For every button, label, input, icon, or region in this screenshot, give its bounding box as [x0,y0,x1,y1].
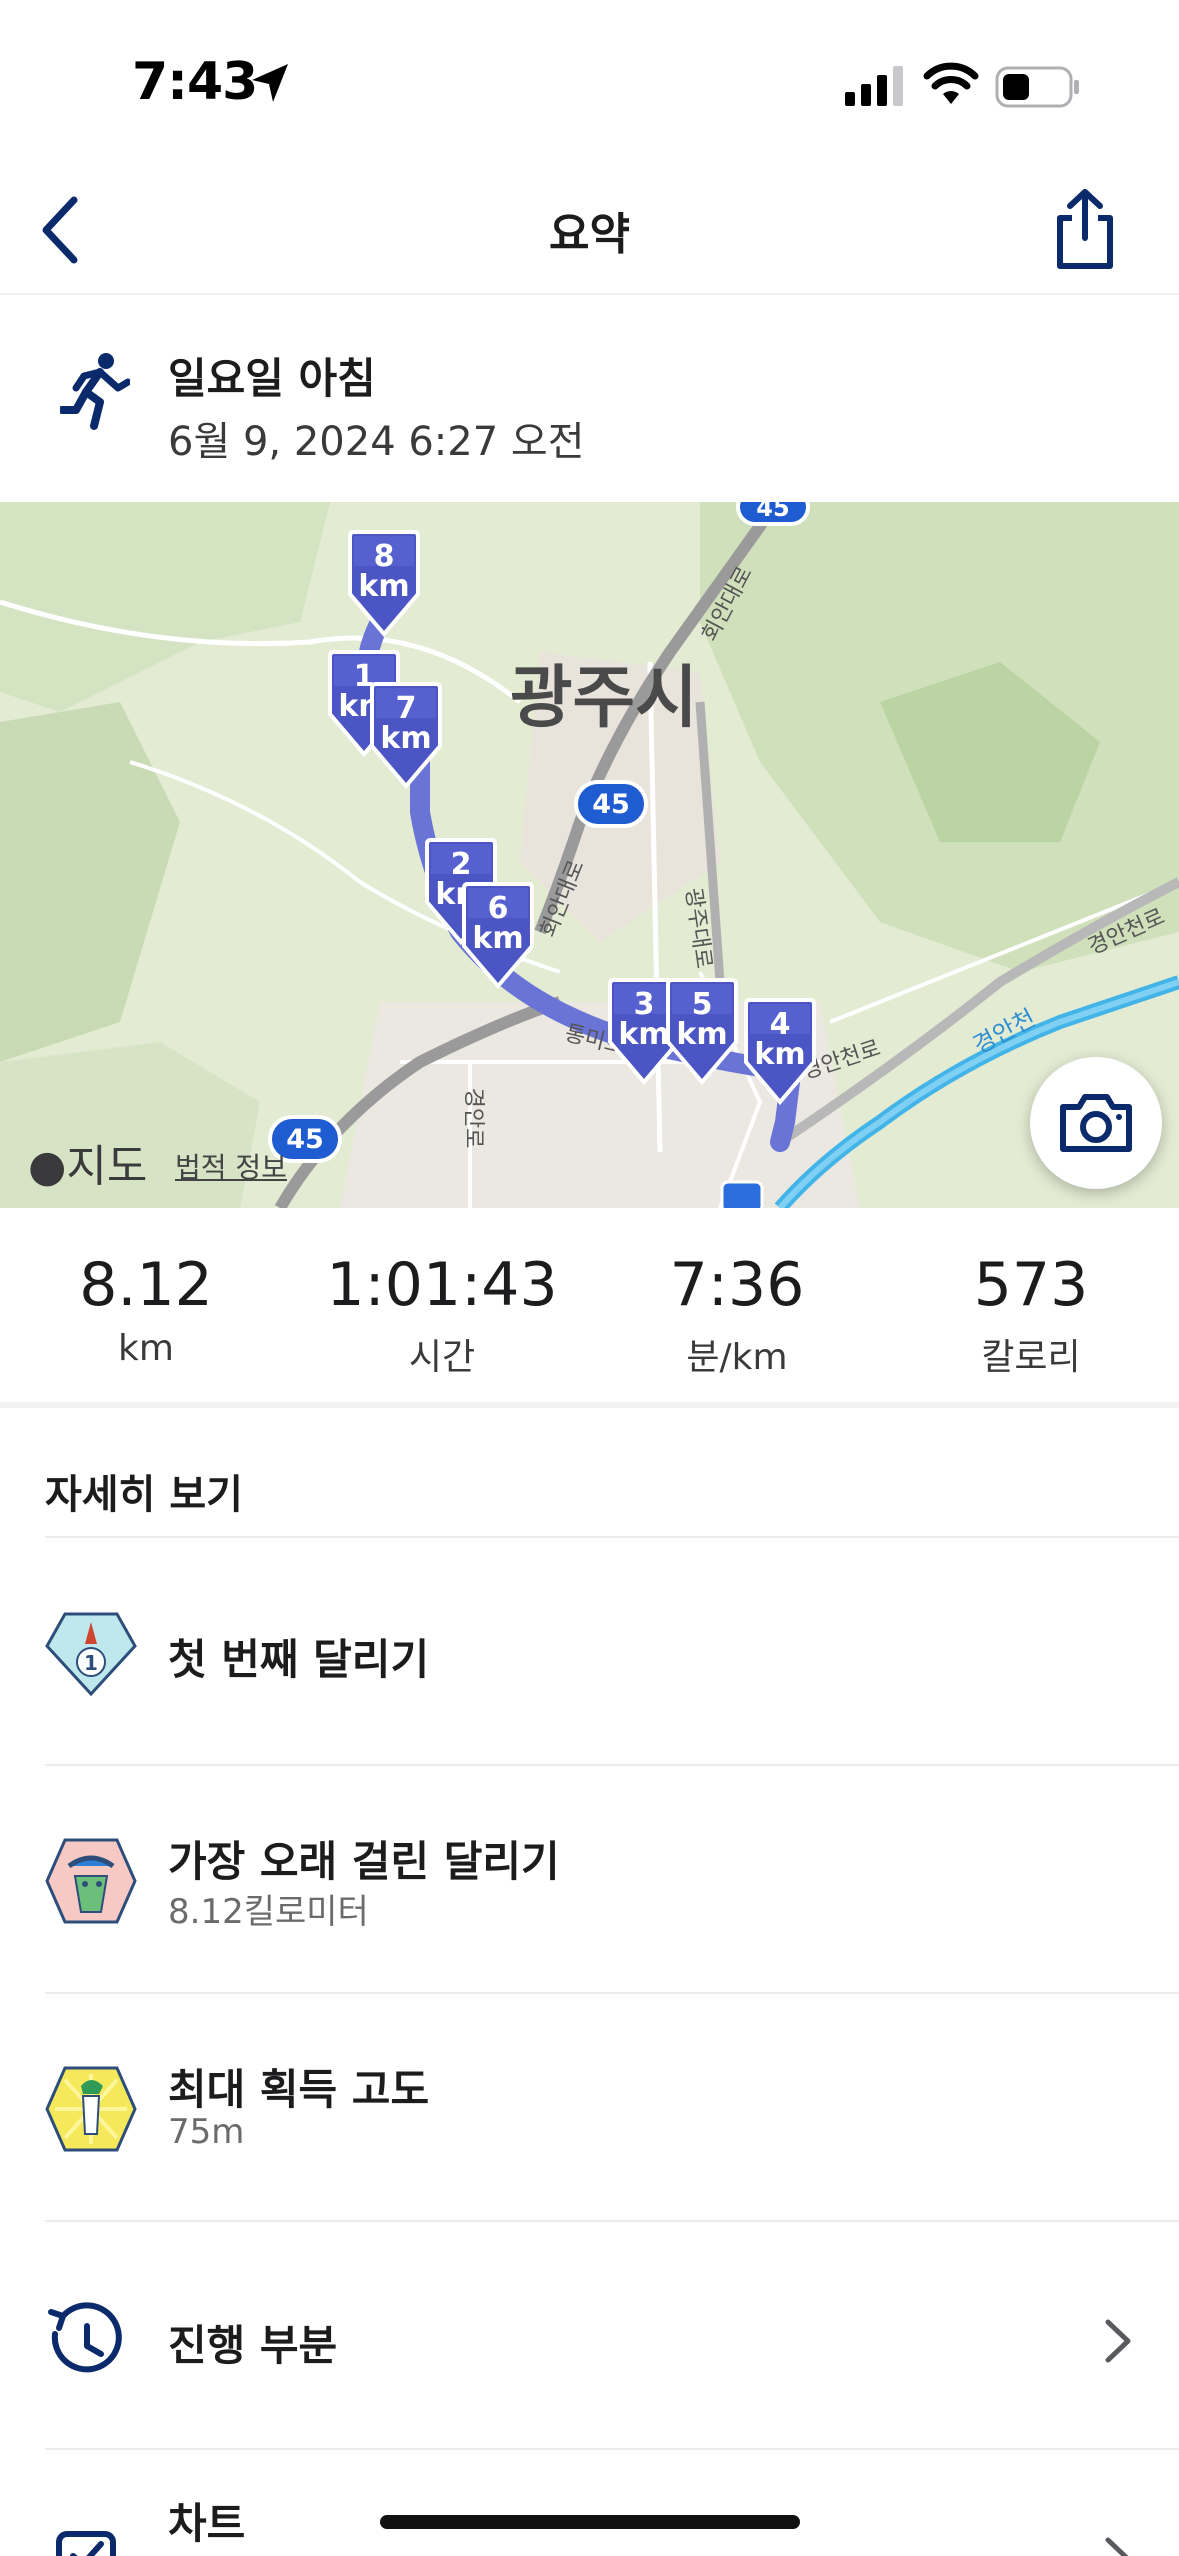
status-time: 7:43 [132,52,258,112]
row-subtitle: 8.12킬로미터 [168,1892,369,1932]
status-bar: 7:43 [0,0,1179,170]
wifi-icon [923,62,979,104]
row-title: 진행 부분 [168,2321,338,2370]
apple-logo-icon: ● [28,1141,67,1192]
achievement-row[interactable]: 최대 획득 고도 75m [0,1994,1179,2220]
city-label: 광주시 [510,659,698,738]
route-shield: 45 [756,502,790,522]
row-title: 가장 오래 걸린 달리기 [168,1837,560,1886]
stat-calories: 573 칼로리 [901,1250,1161,1380]
km-marker[interactable]: 7 km [370,682,442,790]
km-marker-number: 7 [395,691,417,726]
chart-icon [56,2531,116,2556]
km-marker-unit: km [472,921,524,956]
row-title: 첫 번째 달리기 [168,1635,430,1684]
battery-icon [995,66,1079,108]
chevron-right-icon [1105,2319,1131,2363]
row-title: 최대 획득 고도 [168,2065,430,2114]
row-subtitle: 75m [168,2112,245,2152]
km-marker[interactable]: 6 km [462,882,534,990]
achievement-row[interactable]: 가장 오래 걸린 달리기 8.12킬로미터 [0,1766,1179,1992]
stat-value: 7:36 [669,1250,805,1320]
activity-header: 일요일 아침 6월 9, 2024 6:27 오전 [0,297,1179,502]
route-map[interactable]: 45 45 45 회안대로 회안대로 광주대로 통미로 경안천로 경안천로 경안… [0,502,1179,1208]
activity-name: 일요일 아침 [168,354,376,403]
road-label: 경안로 [460,1087,486,1149]
stat-value: 573 [973,1250,1089,1320]
stat-distance: 8.12 km [16,1250,276,1369]
achievement-row[interactable]: 1 첫 번째 달리기 [0,1538,1179,1764]
longest-run-badge-icon [45,1838,137,1924]
runner-icon [60,353,130,430]
clock-icon [48,2302,122,2373]
km-marker[interactable]: 4 km [744,998,816,1106]
legal-link[interactable]: 법적 정보 [175,1146,287,1186]
km-marker[interactable]: 5 km [666,978,738,1086]
stat-unit: 칼로리 [981,1337,1081,1378]
elevation-badge-icon [45,2066,137,2152]
activity-datetime: 6월 9, 2024 6:27 오전 [168,419,585,465]
km-marker-unit: km [676,1017,728,1052]
km-marker-unit: km [754,1037,806,1072]
km-marker-number: 6 [487,891,509,926]
chevron-right-icon [1105,2537,1129,2556]
navigation-bar: 요약 [0,170,1179,295]
maps-attribution: ●지도 [28,1130,147,1194]
splits-row[interactable]: 진행 부분 [0,2222,1179,2448]
km-marker-number: 5 [691,987,713,1022]
svg-text:1: 1 [84,1651,98,1675]
stat-unit: 분/km [686,1337,788,1378]
location-arrow-icon [252,64,288,102]
first-run-badge-icon: 1 [45,1612,137,1696]
km-marker[interactable]: 8 km [348,530,420,638]
home-indicator [380,2515,800,2529]
share-button[interactable] [1040,184,1130,274]
km-marker-number: 2 [450,847,472,882]
maps-attribution-text: 지도 [66,1141,148,1192]
share-icon [1057,189,1113,269]
stat-value: 1:01:43 [326,1250,558,1320]
charts-row[interactable]: 차트 [0,2450,1179,2556]
camera-button[interactable] [1030,1057,1162,1189]
row-title: 차트 [168,2499,246,2548]
page-title: 요약 [549,209,630,260]
km-marker-unit: km [358,569,410,604]
stat-duration: 1:01:43 시간 [312,1250,572,1380]
summary-stats: 8.12 km 1:01:43 시간 7:36 분/km 573 칼로리 [0,1208,1179,1408]
cellular-signal-icon [845,66,903,106]
stat-unit: km [118,1328,174,1369]
stat-unit: 시간 [408,1337,476,1378]
stat-pace: 7:36 분/km [607,1250,867,1380]
km-marker-unit: km [380,721,432,756]
km-marker-number: 4 [769,1007,791,1042]
camera-icon [1060,1094,1132,1152]
km-marker-number: 8 [373,539,395,574]
route-shield: 45 [592,789,630,820]
stat-value: 8.12 [79,1250,213,1320]
map-base [0,502,1179,1208]
details-section-title: 자세히 보기 [45,1472,243,1518]
